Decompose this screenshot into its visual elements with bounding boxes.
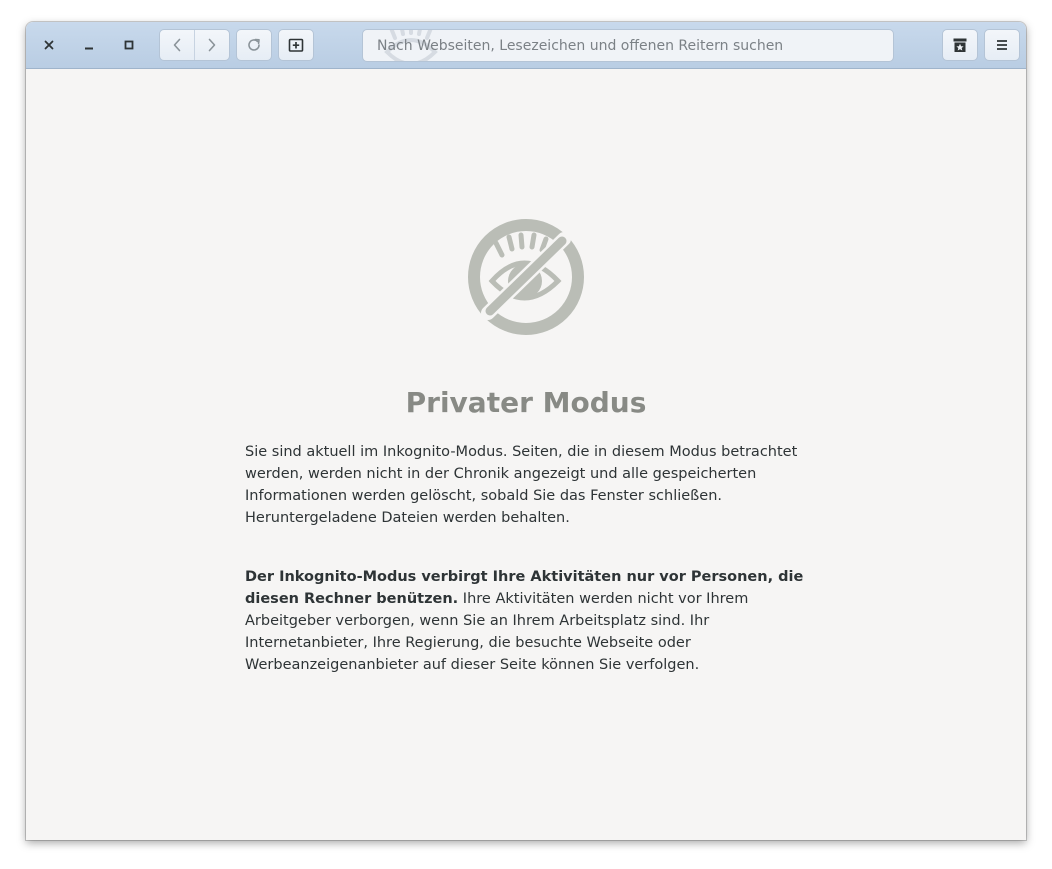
new-tab-icon <box>288 38 304 52</box>
private-mode-page: Privater Modus Sie sind aktuell im Inkog… <box>26 69 1026 840</box>
page-title: Privater Modus <box>405 386 647 419</box>
headerbar <box>26 22 1026 69</box>
address-bar[interactable] <box>362 29 894 62</box>
bookmarks-icon <box>953 38 967 52</box>
reload-button[interactable] <box>236 29 272 61</box>
address-input[interactable] <box>363 30 893 61</box>
chevron-right-icon <box>208 38 216 52</box>
hamburger-menu-icon <box>997 40 1007 50</box>
navigation-button-group <box>159 29 230 61</box>
incognito-description: Sie sind aktuell im Inkognito-Modus. Sei… <box>245 444 798 526</box>
reload-icon <box>248 38 260 51</box>
chevron-left-icon <box>173 38 181 52</box>
maximize-window-button[interactable] <box>118 34 140 56</box>
close-window-button[interactable] <box>38 34 60 56</box>
main-menu-button[interactable] <box>984 29 1020 61</box>
minimize-window-button[interactable] <box>78 34 100 56</box>
forward-button[interactable] <box>194 30 229 60</box>
close-icon <box>44 40 54 50</box>
incognito-eye-crossed-icon <box>468 219 584 335</box>
minimize-icon <box>85 47 93 50</box>
bookmarks-button[interactable] <box>942 29 978 61</box>
back-button[interactable] <box>160 30 194 60</box>
browser-window: Privater Modus Sie sind aktuell im Inkog… <box>26 22 1026 840</box>
incognito-warning: Der Inkognito-Modus verbirgt Ihre Aktivi… <box>245 566 817 676</box>
new-tab-button[interactable] <box>278 29 314 61</box>
maximize-icon <box>124 40 134 50</box>
